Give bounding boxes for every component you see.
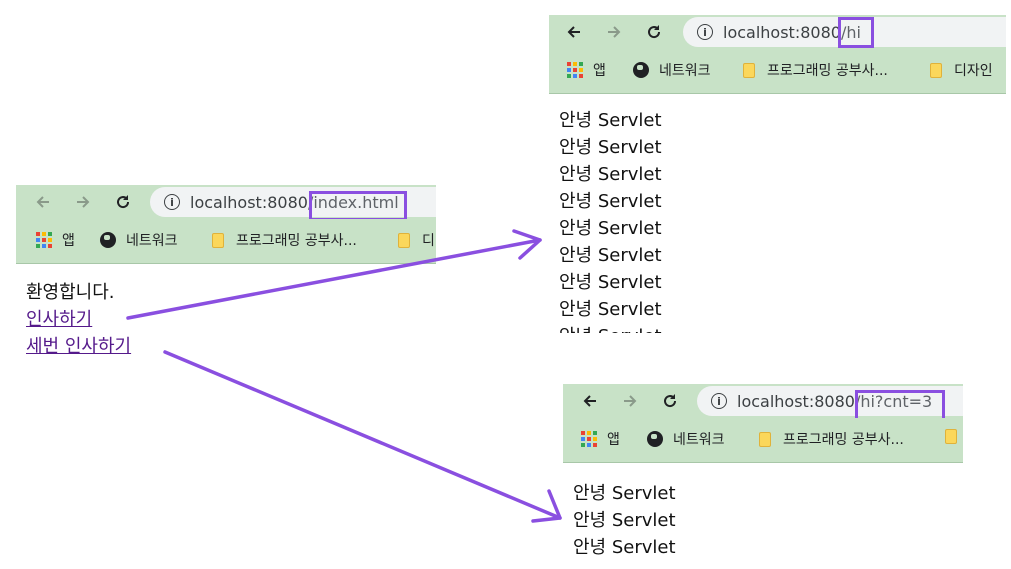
bookmarks-bar: 앱 네트워크 프로그래밍 공부사... 디자인: [549, 49, 1006, 94]
info-icon: i: [711, 393, 727, 409]
bookmark-design[interactable]: 디: [398, 230, 435, 250]
bookmark-label: 디자인: [954, 63, 993, 79]
servlet-line: 안녕 Servlet: [559, 191, 662, 212]
bookmark-apps[interactable]: 앱: [581, 429, 620, 449]
url-host: localhost:8080: [737, 391, 855, 411]
servlet-line: 안녕 Servlet: [559, 218, 662, 239]
globe-icon: [633, 62, 649, 78]
bookmark-apps[interactable]: 앱: [36, 230, 75, 250]
globe-icon: [100, 232, 116, 248]
info-icon: i: [164, 194, 180, 210]
bookmark-label: 디: [422, 233, 435, 249]
servlet-line: 안녕 Servlet: [559, 164, 662, 185]
apps-grid-icon: [567, 62, 583, 78]
url-path-highlight: [838, 17, 874, 48]
bookmark-programming[interactable]: 프로그래밍 공부사...: [212, 230, 357, 250]
bookmark-design[interactable]: 디자인: [930, 60, 993, 80]
bookmark-extra[interactable]: [945, 429, 963, 444]
folder-icon: [945, 429, 957, 444]
bookmarks-bar: 앱 네트워크 프로그래밍 공부사...: [563, 418, 963, 463]
bookmark-label: 앱: [62, 233, 75, 249]
back-button[interactable]: [30, 189, 56, 215]
bookmarks-bar: 앱 네트워크 프로그래밍 공부사... 디: [16, 219, 436, 264]
folder-icon: [759, 431, 771, 447]
arrow-to-hi-cnt: [163, 350, 562, 520]
folder-icon: [398, 232, 410, 248]
reload-button[interactable]: [657, 388, 683, 414]
bookmark-label: 네트워크: [659, 63, 711, 79]
bookmark-network[interactable]: 네트워크: [100, 230, 178, 250]
servlet-line: 안녕 Servlet: [559, 110, 662, 131]
back-button[interactable]: [577, 388, 603, 414]
browser-window-index: i localhost:8080/index.html 앱 네트워크 프로그래밍…: [16, 185, 436, 365]
bookmark-programming[interactable]: 프로그래밍 공부사...: [743, 60, 888, 80]
servlet-line: 안녕 Servlet: [559, 245, 662, 266]
servlet-line: 안녕 Servlet: [573, 510, 676, 531]
browser-toolbar: i localhost:8080/hi: [549, 15, 1006, 49]
forward-arrow-icon: [77, 196, 90, 208]
url-host: localhost:8080: [723, 22, 841, 42]
back-arrow-icon: [567, 26, 580, 38]
servlet-line: 안녕 Servlet: [559, 299, 662, 320]
folder-icon: [743, 62, 755, 78]
forward-arrow-icon: [608, 26, 621, 38]
apps-grid-icon: [36, 232, 52, 248]
folder-icon: [930, 62, 942, 78]
bookmark-apps[interactable]: 앱: [567, 60, 606, 80]
greet-link[interactable]: 인사하기: [26, 309, 92, 330]
forward-arrow-icon: [624, 395, 637, 407]
back-button[interactable]: [561, 19, 587, 45]
bookmark-network[interactable]: 네트워크: [647, 429, 725, 449]
bookmark-programming[interactable]: 프로그래밍 공부사...: [759, 429, 904, 449]
browser-window-hi: i localhost:8080/hi 앱 네트워크 프로그래밍 공부사... …: [549, 15, 1006, 333]
browser-toolbar: i localhost:8080/index.html: [16, 185, 436, 221]
reload-button[interactable]: [641, 19, 667, 45]
servlet-line: 안녕 Servlet: [549, 323, 1006, 333]
bookmark-label: 프로그래밍 공부사...: [767, 63, 888, 79]
forward-button[interactable]: [70, 189, 96, 215]
reload-icon: [117, 195, 130, 209]
bookmark-label: 네트워크: [673, 432, 725, 448]
greet-three-times-link[interactable]: 세번 인사하기: [26, 336, 131, 357]
url-host: localhost:8080: [190, 192, 308, 212]
back-arrow-icon: [583, 395, 596, 407]
back-arrow-icon: [36, 196, 49, 208]
servlet-line: 안녕 Servlet: [559, 272, 662, 293]
apps-grid-icon: [581, 431, 597, 447]
bookmark-label: 네트워크: [126, 233, 178, 249]
servlet-line: 안녕 Servlet: [573, 483, 676, 504]
reload-icon: [648, 25, 661, 39]
welcome-text: 환영합니다.: [26, 282, 115, 303]
reload-button[interactable]: [110, 189, 136, 215]
bookmark-label: 프로그래밍 공부사...: [236, 233, 357, 249]
arrow-to-hi-head: [512, 229, 542, 260]
servlet-line: 안녕 Servlet: [573, 537, 676, 558]
forward-button[interactable]: [617, 388, 643, 414]
info-icon: i: [697, 24, 713, 40]
bookmark-network[interactable]: 네트워크: [633, 60, 711, 80]
browser-toolbar: i localhost:8080/hi?cnt=3: [563, 384, 963, 422]
globe-icon: [647, 431, 663, 447]
bookmark-label: 프로그래밍 공부사...: [783, 432, 904, 448]
arrow-to-hi-cnt-head: [531, 489, 562, 523]
browser-window-hi-cnt: i localhost:8080/hi?cnt=3 앱 네트워크 프로그래밍 공…: [563, 384, 963, 564]
page-content: 환영합니다. 인사하기 세번 인사하기: [16, 279, 436, 365]
bookmark-label: 앱: [593, 63, 606, 79]
forward-button[interactable]: [601, 19, 627, 45]
servlet-line: 안녕 Servlet: [559, 137, 662, 158]
page-content: 안녕 Servlet 안녕 Servlet 안녕 Servlet 안녕 Serv…: [549, 107, 1006, 333]
bookmark-label: 앱: [607, 432, 620, 448]
url-path-highlight: [309, 191, 407, 221]
reload-icon: [664, 394, 677, 408]
page-content: 안녕 Servlet 안녕 Servlet 안녕 Servlet: [563, 480, 963, 564]
folder-icon: [212, 232, 224, 248]
